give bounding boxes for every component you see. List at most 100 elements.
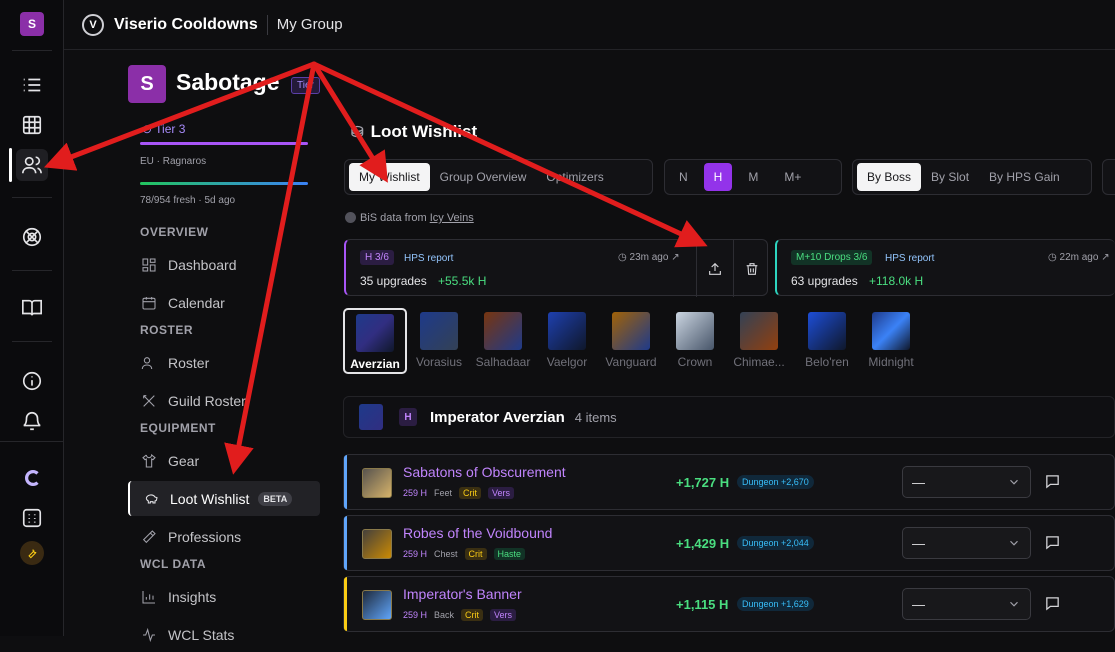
boss-name: Salhadaar: [475, 355, 531, 369]
chart-icon: [140, 588, 158, 606]
boss-name: Vanguard: [605, 355, 657, 369]
nav-wcl-stats[interactable]: WCL Stats: [128, 617, 320, 652]
chevron-down-icon: [1010, 479, 1018, 485]
tab-by-slot[interactable]: By Slot: [921, 163, 979, 191]
icy-veins-link[interactable]: Icy Veins: [430, 212, 474, 224]
item-name[interactable]: Imperator's Banner: [403, 586, 522, 602]
upgrade-gain: +55.5k H: [438, 274, 487, 288]
item-icon[interactable]: [362, 590, 392, 620]
divider: [12, 197, 52, 198]
boss-tab-midnight[interactable]: Midnight: [859, 308, 923, 374]
boss-tab-crown[interactable]: Crown: [663, 308, 727, 374]
boss-portrait: [484, 312, 522, 350]
boss-tab-beloren[interactable]: Belo'ren: [795, 308, 859, 374]
row-accent: [344, 455, 347, 509]
boss-tab-averzian[interactable]: Averzian: [343, 308, 407, 374]
boss-tab-salhadaar[interactable]: Salhadaar: [471, 308, 535, 374]
delete-button[interactable]: [733, 240, 770, 297]
upload-button[interactable]: [696, 240, 733, 297]
boss-portrait: [359, 404, 383, 430]
nav-label: Gear: [168, 452, 200, 469]
wrench-icon[interactable]: [20, 541, 44, 565]
tier-progress-bar: [140, 142, 308, 145]
item-row: Imperator's Banner 259 H Back Crit Vers +1,…: [343, 576, 1115, 632]
status-select[interactable]: —: [902, 527, 1031, 559]
info-icon[interactable]: [16, 365, 48, 397]
activity-icon: [140, 626, 158, 644]
nav-professions[interactable]: Professions: [128, 519, 320, 554]
nav-calendar[interactable]: Calendar: [128, 285, 320, 320]
nav-dashboard[interactable]: Dashboard: [128, 247, 320, 282]
app-title[interactable]: Viserio Cooldowns: [114, 16, 258, 34]
boss-tab-vorasius[interactable]: Vorasius: [407, 308, 471, 374]
users-icon[interactable]: [16, 149, 48, 181]
tab-my-wishlist[interactable]: My Wishlist: [349, 163, 430, 191]
tab-by-boss[interactable]: By Boss: [857, 163, 922, 191]
diff-mythic-plus[interactable]: M+: [774, 163, 811, 191]
beta-badge: BETA: [258, 491, 293, 506]
user-avatar[interactable]: S: [20, 12, 44, 36]
boss-tab-vaelgor[interactable]: Vaelgor: [535, 308, 599, 374]
tier-label: ⊙ Tier 3: [142, 122, 186, 136]
item-slot: Chest: [434, 549, 458, 559]
nav-label: Professions: [168, 528, 242, 545]
diff-heroic[interactable]: H: [703, 163, 733, 191]
comment-icon[interactable]: [1044, 473, 1061, 490]
hps-gain: +1,429 H: [676, 536, 730, 551]
app-logo-icon[interactable]: V: [82, 13, 104, 36]
item-name[interactable]: Robes of the Voidbound: [403, 525, 552, 541]
status-select[interactable]: —: [902, 466, 1031, 498]
item-meta: 259 H Feet Crit Vers: [403, 487, 515, 499]
list-icon[interactable]: [16, 69, 48, 101]
nav-insights[interactable]: Insights: [128, 579, 320, 614]
item-name[interactable]: Sabatons of Obscurement: [403, 464, 566, 480]
nav-loot-wishlist[interactable]: Loot Wishlist BETA: [128, 481, 320, 516]
boss-name: Averzian: [350, 357, 400, 371]
tab-optimizers[interactable]: Optimizers: [536, 163, 613, 191]
item-row: Robes of the Voidbound 259 H Chest Crit Has…: [343, 515, 1115, 571]
dotted-square-icon[interactable]: [16, 502, 48, 534]
item-slot: Feet: [434, 488, 453, 498]
guild-avatar: S: [128, 65, 166, 103]
nav-roster[interactable]: Roster: [128, 345, 320, 380]
boss-portrait: [740, 312, 778, 350]
book-icon[interactable]: [16, 292, 48, 324]
report-age[interactable]: ◷ 23m ago ↗: [618, 252, 680, 263]
calendar-icon: [140, 294, 158, 312]
hps-report-link[interactable]: HPS report: [404, 253, 453, 264]
grid-icon[interactable]: [16, 109, 48, 141]
hps-report-link[interactable]: HPS report: [885, 253, 934, 264]
bell-icon[interactable]: [16, 405, 48, 437]
item-icon[interactable]: [362, 529, 392, 559]
logo-c-icon[interactable]: [16, 462, 48, 494]
dungeon-gain-badge: Dungeon +1,629: [737, 597, 814, 611]
item-icon[interactable]: [362, 468, 392, 498]
bis-source: BiS data from Icy Veins: [345, 212, 474, 224]
tab-by-hps-gain[interactable]: By HPS Gain: [979, 163, 1070, 191]
target-icon[interactable]: [16, 221, 48, 253]
dungeon-gain-badge: Dungeon +2,044: [737, 536, 814, 550]
item-level: 259 H: [403, 488, 428, 498]
report-age[interactable]: ◷ 22m ago ↗: [1048, 252, 1110, 263]
guild-name: Sabotage: [176, 69, 280, 95]
tab-group-overview[interactable]: Group Overview: [430, 163, 537, 191]
boss-name: Crown: [677, 355, 713, 369]
nav-guild-roster[interactable]: Guild Roster: [128, 383, 320, 418]
nav-gear[interactable]: Gear: [128, 443, 320, 478]
boss-tab-vanguard[interactable]: Vanguard: [599, 308, 663, 374]
diff-mythic[interactable]: M: [738, 163, 768, 191]
comment-icon[interactable]: [1044, 595, 1061, 612]
diff-normal[interactable]: N: [669, 163, 698, 191]
extra-control[interactable]: [1102, 159, 1115, 195]
breadcrumb-group[interactable]: My Group: [277, 16, 343, 33]
select-value: —: [912, 474, 925, 490]
boss-portrait: [612, 312, 650, 350]
group-sidebar: S Sabotage Tier ⊙ Tier 3 EU · Ragnaros 7…: [128, 55, 323, 643]
status-select[interactable]: —: [902, 588, 1031, 620]
comment-icon[interactable]: [1044, 534, 1061, 551]
nav-label: Roster: [168, 354, 210, 371]
boss-tab-chimaerus[interactable]: Chimae...: [727, 308, 791, 374]
boss-portrait: [808, 312, 846, 350]
report-age-text: 23m ago: [629, 252, 669, 263]
divider: [12, 270, 52, 271]
